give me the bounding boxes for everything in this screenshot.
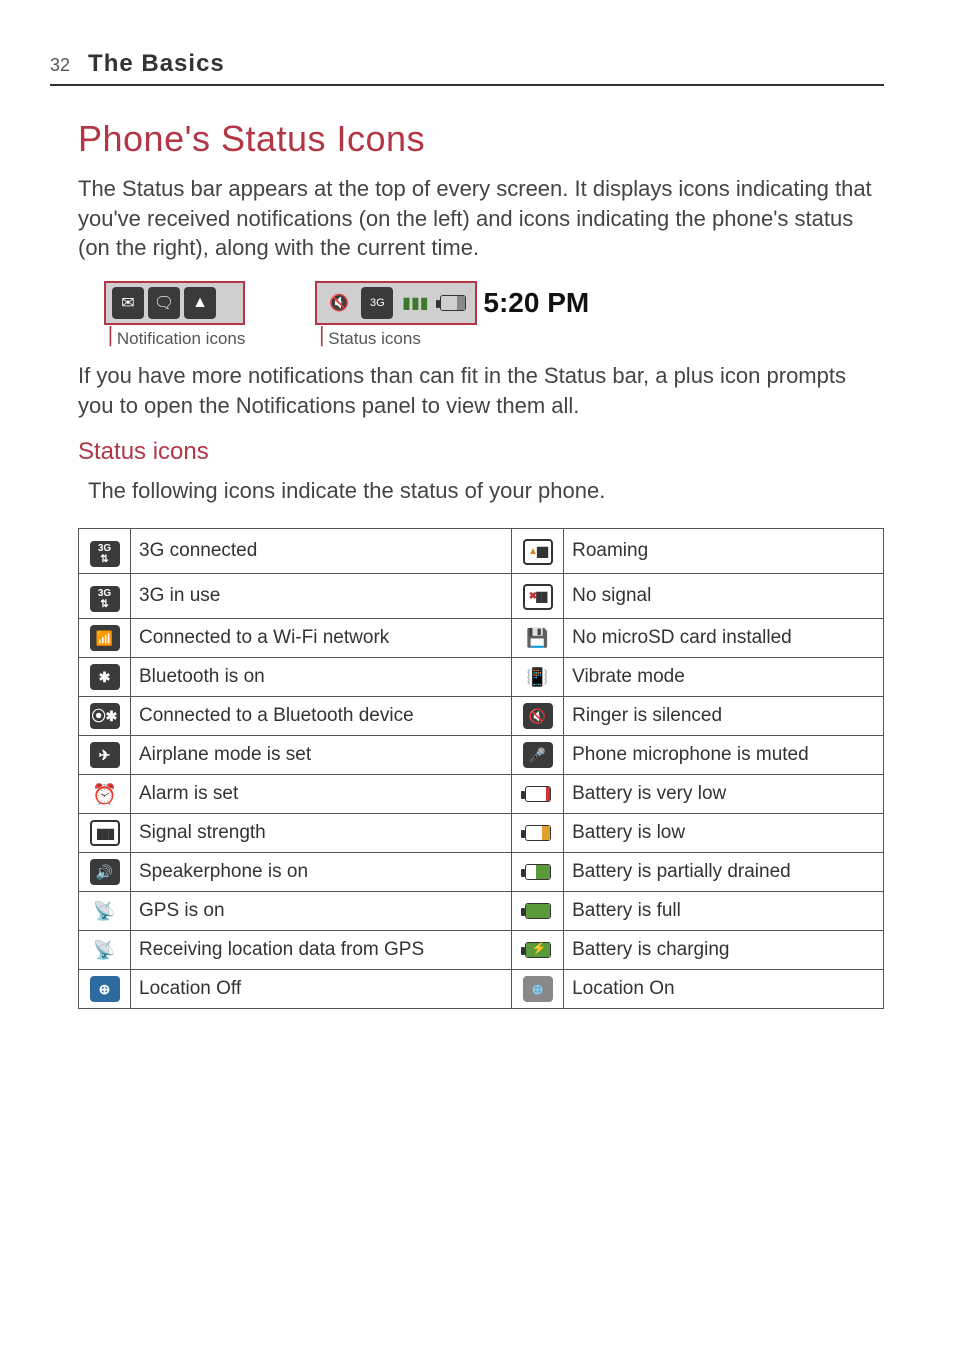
table-row: 📡Receiving location data from GPS Battery… bbox=[79, 931, 884, 970]
sub-intro-text: The following icons indicate the status … bbox=[88, 478, 884, 504]
page-title: Phone's Status Icons bbox=[78, 118, 884, 160]
icon-description: Bluetooth is on bbox=[131, 658, 512, 697]
location-off-icon: ⊕ bbox=[79, 970, 131, 1009]
bluetooth-icon: ✱ bbox=[79, 658, 131, 697]
signal-icon: ▮▮▮ bbox=[79, 814, 131, 853]
icon-description: Phone microphone is muted bbox=[564, 736, 884, 775]
signal-icon: ▮▮▮ bbox=[399, 287, 431, 319]
table-row: ⦿✱Connected to a Bluetooth device🔇Ringer… bbox=[79, 697, 884, 736]
battery-icon bbox=[437, 287, 469, 319]
icon-description: Vibrate mode bbox=[564, 658, 884, 697]
gps-icon: 📡 bbox=[79, 892, 131, 931]
status-caption: ⎮Status icons bbox=[315, 329, 589, 349]
after-images-text: If you have more notifications than can … bbox=[78, 361, 884, 420]
clock-text: 5:20 PM bbox=[483, 287, 589, 319]
table-row: 📡GPS is on Battery is full bbox=[79, 892, 884, 931]
mic-muted-icon: 🎤 bbox=[512, 736, 564, 775]
no-sd-icon: 💾 bbox=[512, 619, 564, 658]
icon-description: Battery is partially drained bbox=[564, 853, 884, 892]
table-row: 🔊Speakerphone is on Battery is partially … bbox=[79, 853, 884, 892]
icon-description: Location Off bbox=[131, 970, 512, 1009]
table-row: ✈Airplane mode is set🎤Phone microphone i… bbox=[79, 736, 884, 775]
bluetooth-connected-icon: ⦿✱ bbox=[79, 697, 131, 736]
status-icons-table: 3G⇅3G connected▲▮▮Roaming3G⇅3G in use✖▮▮… bbox=[78, 528, 884, 1009]
table-row: ✱Bluetooth is on📳Vibrate mode bbox=[79, 658, 884, 697]
icon-description: Battery is very low bbox=[564, 775, 884, 814]
table-row: 📶Connected to a Wi-Fi network💾No microSD… bbox=[79, 619, 884, 658]
icon-description: GPS is on bbox=[131, 892, 512, 931]
icon-description: Connected to a Bluetooth device bbox=[131, 697, 512, 736]
icon-description: Connected to a Wi-Fi network bbox=[131, 619, 512, 658]
icon-description: Receiving location data from GPS bbox=[131, 931, 512, 970]
intro-text: The Status bar appears at the top of eve… bbox=[78, 174, 884, 263]
page-header: 32 The Basics bbox=[50, 50, 884, 86]
icon-description: Roaming bbox=[564, 529, 884, 574]
3g-in-use-icon: 3G⇅ bbox=[79, 574, 131, 619]
no-signal-icon: ✖▮▮ bbox=[512, 574, 564, 619]
ringer-silenced-icon: 🔇 bbox=[512, 697, 564, 736]
notification-caption: ⎮Notification icons bbox=[104, 329, 245, 349]
notification-icons-box: ✉ 🗨 ▲ bbox=[104, 281, 245, 325]
chat-icon: 🗨 bbox=[148, 287, 180, 319]
airplane-icon: ✈ bbox=[79, 736, 131, 775]
icon-description: No microSD card installed bbox=[564, 619, 884, 658]
battery-full-icon bbox=[512, 892, 564, 931]
icon-description: 3G in use bbox=[131, 574, 512, 619]
gps-receiving-icon: 📡 bbox=[79, 931, 131, 970]
vibrate-icon: 📳 bbox=[512, 658, 564, 697]
warning-icon: ▲ bbox=[184, 287, 216, 319]
subheading: Status icons bbox=[78, 438, 884, 466]
icon-description: Battery is low bbox=[564, 814, 884, 853]
section-title: The Basics bbox=[88, 50, 225, 78]
icon-description: Battery is charging bbox=[564, 931, 884, 970]
table-row: ⊕Location Off⊕Location On bbox=[79, 970, 884, 1009]
table-row: ⏰Alarm is set Battery is very low bbox=[79, 775, 884, 814]
icon-description: No signal bbox=[564, 574, 884, 619]
icon-description: Speakerphone is on bbox=[131, 853, 512, 892]
table-row: 3G⇅3G in use✖▮▮No signal bbox=[79, 574, 884, 619]
speakerphone-icon: 🔊 bbox=[79, 853, 131, 892]
mail-icon: ✉ bbox=[112, 287, 144, 319]
icon-description: Alarm is set bbox=[131, 775, 512, 814]
roaming-icon: ▲▮▮ bbox=[512, 529, 564, 574]
wifi-icon: 📶 bbox=[79, 619, 131, 658]
battery-partial-icon bbox=[512, 853, 564, 892]
icon-description: Airplane mode is set bbox=[131, 736, 512, 775]
icon-description: Signal strength bbox=[131, 814, 512, 853]
alarm-icon: ⏰ bbox=[79, 775, 131, 814]
icon-description: Battery is full bbox=[564, 892, 884, 931]
location-on-icon: ⊕ bbox=[512, 970, 564, 1009]
icon-description: 3G connected bbox=[131, 529, 512, 574]
status-bar-illustration: ✉ 🗨 ▲ ⎮Notification icons 🔇 3G ▮▮▮ 5:20 … bbox=[104, 281, 884, 349]
table-row: ▮▮▮Signal strength Battery is low bbox=[79, 814, 884, 853]
3g-icon: 3G bbox=[361, 287, 393, 319]
page-number: 32 bbox=[50, 55, 70, 76]
battery-low-icon bbox=[512, 814, 564, 853]
status-icons-box: 🔇 3G ▮▮▮ bbox=[315, 281, 477, 325]
table-row: 3G⇅3G connected▲▮▮Roaming bbox=[79, 529, 884, 574]
battery-very-low-icon bbox=[512, 775, 564, 814]
ringer-silenced-icon: 🔇 bbox=[323, 287, 355, 319]
icon-description: Ringer is silenced bbox=[564, 697, 884, 736]
battery-charging-icon bbox=[512, 931, 564, 970]
3g-connected-icon: 3G⇅ bbox=[79, 529, 131, 574]
icon-description: Location On bbox=[564, 970, 884, 1009]
